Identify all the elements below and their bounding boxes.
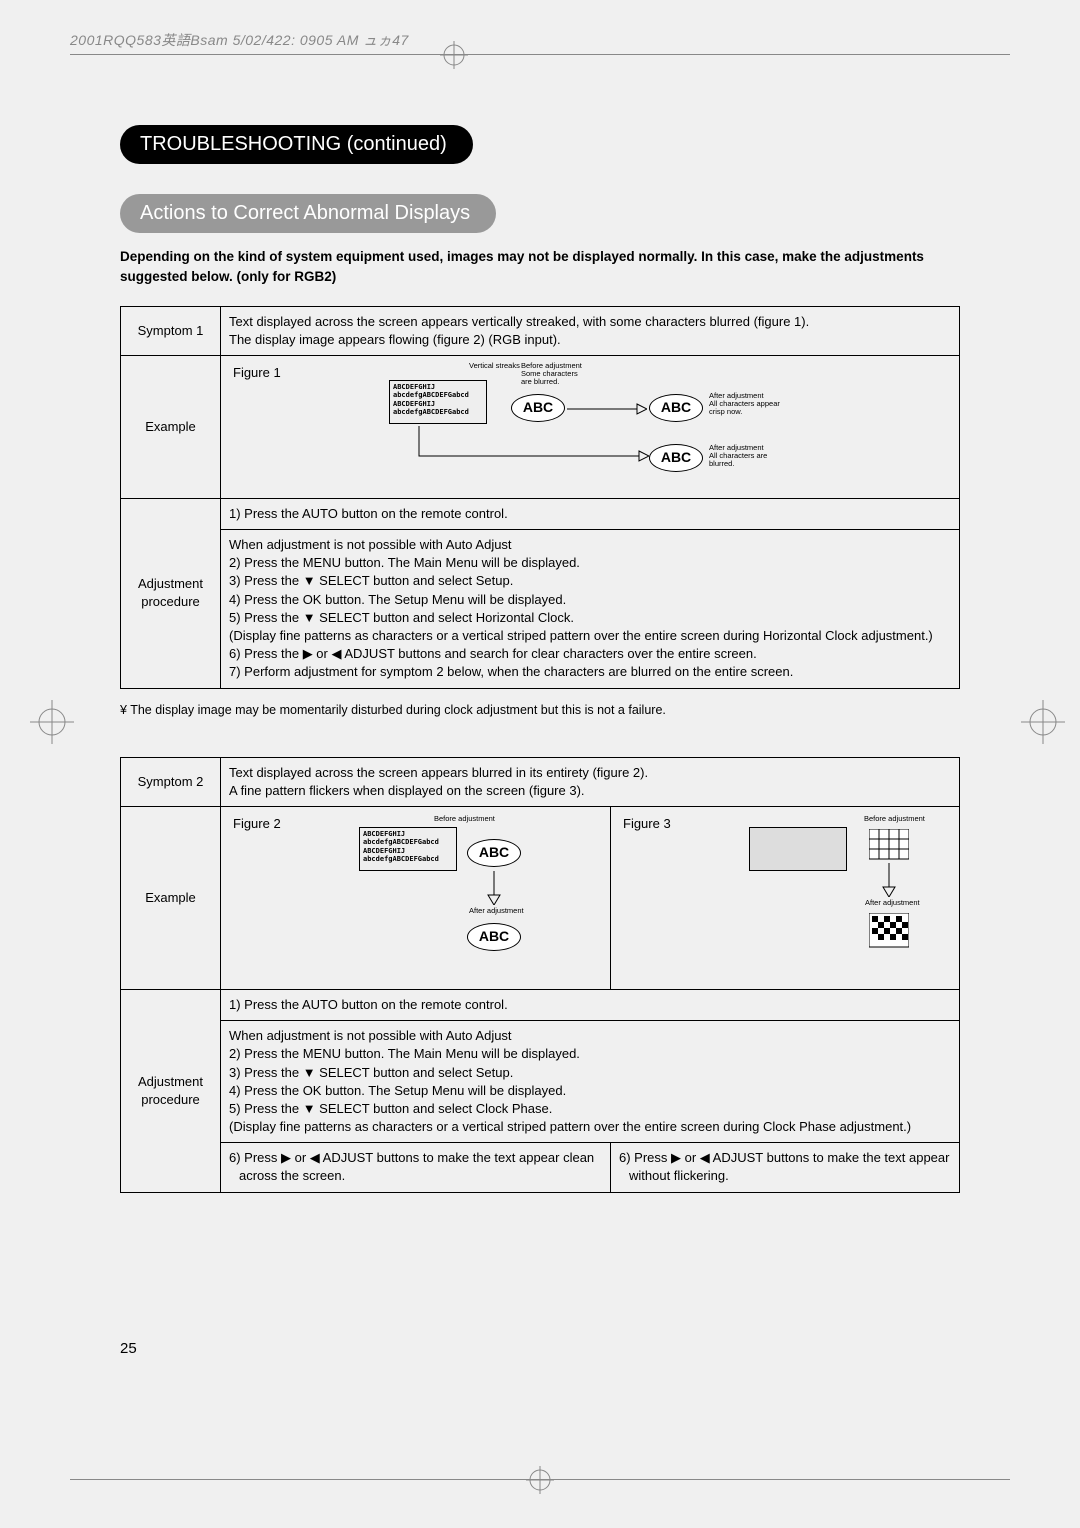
figure3-pattern-after-icon: [869, 913, 909, 953]
figure1-oval-after2: ABC: [649, 444, 703, 472]
figure2-before-label: Before adjustment: [434, 815, 495, 823]
symptom1-text: Text displayed across the screen appears…: [221, 306, 960, 355]
adjustment2-auto: 1) Press the AUTO button on the remote c…: [221, 989, 960, 1020]
page-number: 25: [120, 1340, 137, 1357]
figure1-label: Figure 1: [233, 364, 281, 382]
figure1-oval-after1: ABC: [649, 394, 703, 422]
figure1-after2-label: After adjustment All characters are blur…: [709, 444, 767, 469]
example1-label: Example: [121, 355, 221, 498]
arrow-down-icon: [881, 863, 897, 897]
figure3-screen: [749, 827, 847, 871]
symptom2-text: Text displayed across the screen appears…: [221, 757, 960, 806]
figure1-oval-before: ABC: [511, 394, 565, 422]
note-text: ¥ The display image may be momentarily d…: [120, 703, 960, 717]
figure2-after-label: After adjustment: [469, 907, 524, 915]
example2-label: Example: [121, 806, 221, 989]
figure1-vertical-streaks-label: Vertical streaks: [469, 362, 520, 370]
figure2-label: Figure 2: [233, 815, 281, 833]
adjustment1-auto: 1) Press the AUTO button on the remote c…: [221, 498, 960, 529]
figure1-after1-label: After adjustment All characters appear c…: [709, 392, 780, 417]
arrow-down-icon: [486, 871, 502, 905]
adjustment1-label: Adjustment procedure: [121, 498, 221, 688]
adjustment2-step6-right: 6) Press ▶ or ◀ ADJUST buttons to make t…: [611, 1143, 960, 1192]
figure2-oval-before: ABC: [467, 839, 521, 867]
symptom-1-table: Symptom 1 Text displayed across the scre…: [120, 306, 960, 689]
crop-mark-left-icon: [30, 700, 74, 744]
adjustment2-steps: When adjustment is not possible with Aut…: [221, 1021, 960, 1143]
arrow-down-right-icon: [389, 426, 649, 476]
figure3-after-label: After adjustment: [865, 899, 920, 907]
crop-mark-bottom-icon: [526, 1466, 554, 1494]
crop-mark-icon: [440, 41, 468, 69]
symptom2-label: Symptom 2: [121, 757, 221, 806]
crop-mark-right-icon: [1021, 700, 1065, 744]
doc-header: 2001RQQ583英語Bsam 5/02/422: 0905 AM ュヵ47: [70, 30, 1010, 50]
symptom1-label: Symptom 1: [121, 306, 221, 355]
example2-cell-fig3: Figure 3 Before adjustment: [611, 806, 960, 989]
arrow-right-icon: [567, 402, 647, 416]
crop-rule-bottom: [70, 1479, 1010, 1480]
example2-cell-fig2: Figure 2 Before adjustment ABCDEFGHIJ ab…: [221, 806, 611, 989]
adjustment2-label: Adjustment procedure: [121, 989, 221, 1192]
intro-text: Depending on the kind of system equipmen…: [120, 247, 960, 288]
section-title-pill: Actions to Correct Abnormal Displays: [120, 194, 496, 233]
adjustment1-steps: When adjustment is not possible with Aut…: [221, 530, 960, 689]
crop-rule-top: [70, 54, 1010, 55]
figure1-before-label: Before adjustment Some characters are bl…: [521, 362, 582, 387]
figure2-oval-after: ABC: [467, 923, 521, 951]
figure3-before-label: Before adjustment: [864, 815, 925, 823]
figure1-screen: ABCDEFGHIJ abcdefgABCDEFGabcd ABCDEFGHIJ…: [389, 380, 487, 424]
page-title-pill: TROUBLESHOOTING (continued): [120, 125, 473, 164]
adjustment2-step6-left: 6) Press ▶ or ◀ ADJUST buttons to make t…: [221, 1143, 611, 1192]
figure3-label: Figure 3: [623, 815, 671, 833]
figure2-screen: ABCDEFGHIJ abcdefgABCDEFGabcd ABCDEFGHIJ…: [359, 827, 457, 871]
example1-cell: Figure 1 ABCDEFGHIJ abcdefgABCDEFGabcd A…: [221, 355, 960, 498]
symptom-2-table: Symptom 2 Text displayed across the scre…: [120, 757, 960, 1193]
